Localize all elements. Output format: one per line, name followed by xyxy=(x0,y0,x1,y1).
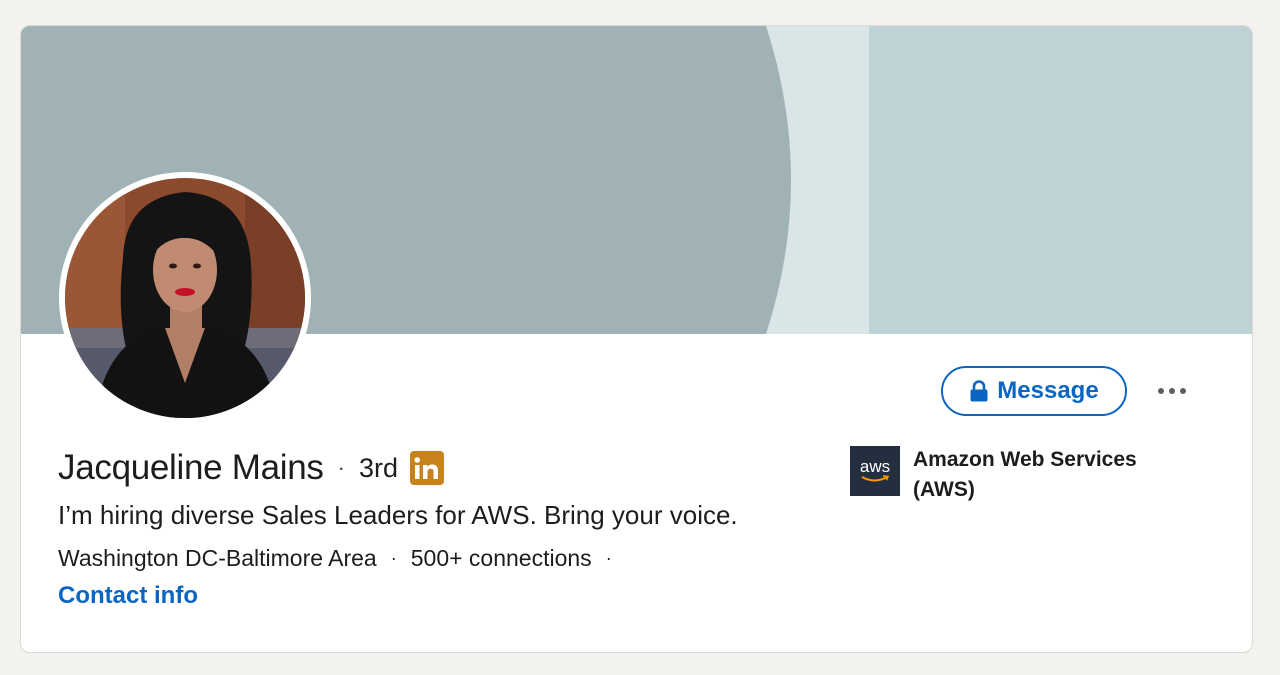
company-logo-text: aws xyxy=(859,456,891,476)
linkedin-icon xyxy=(410,451,444,485)
contact-info-link[interactable]: Contact info xyxy=(58,582,198,610)
location: Washington DC-Baltimore Area xyxy=(58,545,377,571)
profile-meta: Washington DC-Baltimore Area · 500+ conn… xyxy=(58,545,626,572)
meta-separator-trailing: · xyxy=(605,548,612,568)
smile-arrow-icon xyxy=(861,474,890,481)
more-actions-button[interactable] xyxy=(1151,374,1193,408)
profile-name: Jacqueline Mains xyxy=(58,448,324,487)
connections-count[interactable]: 500+ connections xyxy=(411,545,592,572)
current-company[interactable]: aws Amazon Web Services (AWS) xyxy=(850,446,1163,505)
meta-separator: · xyxy=(390,548,397,568)
message-button[interactable]: Message xyxy=(941,366,1127,416)
separator-dot: · xyxy=(337,455,345,480)
avatar xyxy=(65,178,305,418)
aws-logo-icon: aws xyxy=(850,446,900,496)
lock-icon xyxy=(970,380,988,402)
profile-headline: I’m hiring diverse Sales Leaders for AWS… xyxy=(58,500,738,530)
profile-photo[interactable] xyxy=(59,172,311,424)
more-horizontal-icon xyxy=(1158,388,1164,394)
message-button-label: Message xyxy=(997,377,1099,404)
profile-card: Message Jacqueline Mains · 3rd I’m hirin… xyxy=(20,25,1253,653)
name-row: Jacqueline Mains · 3rd xyxy=(58,446,444,490)
connection-degree: 3rd xyxy=(358,452,398,483)
company-name: Amazon Web Services (AWS) xyxy=(913,448,1137,501)
